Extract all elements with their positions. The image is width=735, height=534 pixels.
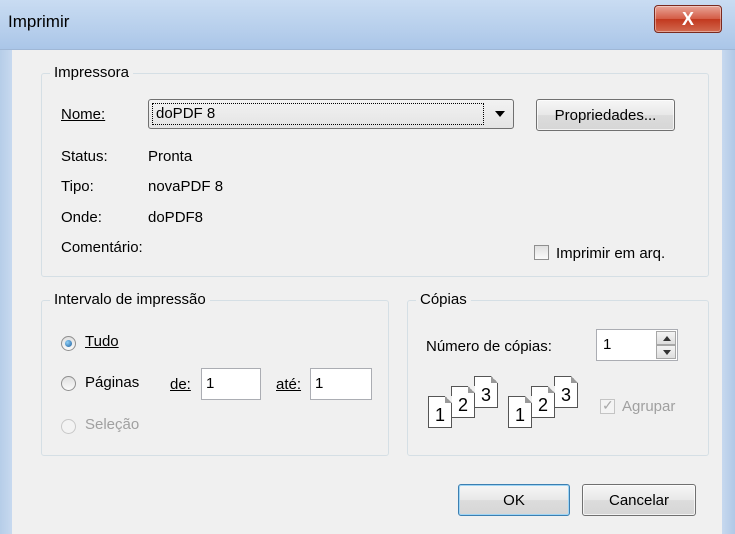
range-to-value: 1 [315, 375, 324, 392]
page-icon: 3 [474, 376, 498, 408]
range-all-radio[interactable] [61, 336, 76, 351]
status-label: Status: [61, 148, 108, 165]
collate-pages-icon: 3 2 1 [508, 376, 588, 436]
where-label: Onde: [61, 209, 102, 226]
range-pages-radio[interactable] [61, 376, 76, 391]
type-value: novaPDF 8 [148, 178, 224, 195]
copies-group-title: Cópias [416, 291, 471, 308]
printer-name-select[interactable]: doPDF 8 [148, 99, 514, 129]
print-range-group-title: Intervalo de impressão [50, 291, 210, 308]
range-from-value: 1 [206, 375, 215, 392]
collate-pages-icon: 3 2 1 [428, 376, 508, 436]
copies-count-value: 1 [603, 336, 612, 353]
range-pages-label[interactable]: Páginas [85, 374, 139, 391]
chevron-down-icon [495, 111, 505, 117]
range-selection-radio[interactable] [61, 419, 76, 434]
page-icon: 2 [451, 386, 475, 418]
type-label: Tipo: [61, 178, 94, 195]
properties-button[interactable]: Propriedades... [536, 99, 675, 131]
printer-group-title: Impressora [50, 64, 134, 81]
spin-up-button[interactable] [656, 331, 676, 345]
page-icon: 2 [531, 386, 555, 418]
range-selection-label[interactable]: Seleção [85, 416, 139, 433]
range-to-label: até: [276, 376, 302, 393]
window-frame-right [722, 50, 735, 534]
ok-button-label: OK [503, 491, 525, 509]
spin-down-button[interactable] [656, 345, 676, 359]
status-value: Pronta [148, 148, 193, 165]
print-to-file-label[interactable]: Imprimir em arq. [556, 245, 665, 262]
spin-buttons [656, 331, 676, 359]
printer-name-value: doPDF 8 [152, 103, 484, 125]
page-icon: 3 [554, 376, 578, 408]
copies-count-label: Número de cópias: [426, 338, 552, 355]
copies-count-stepper[interactable]: 1 [596, 329, 678, 361]
properties-button-label: Propriedades... [554, 106, 657, 124]
range-from-input[interactable]: 1 [201, 368, 261, 400]
printer-name-label: Nome: [61, 106, 106, 123]
cancel-button-label: Cancelar [608, 491, 670, 509]
close-button[interactable]: X [654, 5, 722, 33]
window-frame-left [0, 50, 12, 534]
window-title: Imprimir [8, 12, 70, 31]
title-bar[interactable]: Imprimir X [0, 0, 735, 50]
range-from-label: de: [170, 376, 191, 393]
ok-button[interactable]: OK [458, 484, 570, 516]
range-all-label[interactable]: Tudo [85, 333, 119, 350]
comment-label: Comentário: [61, 239, 143, 256]
page-icon: 1 [508, 396, 532, 428]
page-icon: 1 [428, 396, 452, 428]
print-to-file-checkbox[interactable] [534, 245, 549, 260]
arrow-up-icon [663, 336, 671, 341]
checkmark-icon: ✓ [602, 397, 614, 413]
where-value: doPDF8 [148, 209, 204, 226]
print-dialog: Imprimir X Impressora Nome: doPDF 8 Prop… [0, 0, 735, 534]
collate-label[interactable]: Agrupar [622, 398, 675, 415]
cancel-button[interactable]: Cancelar [582, 484, 696, 516]
arrow-down-icon [663, 350, 671, 355]
range-to-input[interactable]: 1 [310, 368, 372, 400]
collate-checkbox[interactable]: ✓ [600, 397, 615, 414]
close-icon: X [681, 8, 694, 29]
